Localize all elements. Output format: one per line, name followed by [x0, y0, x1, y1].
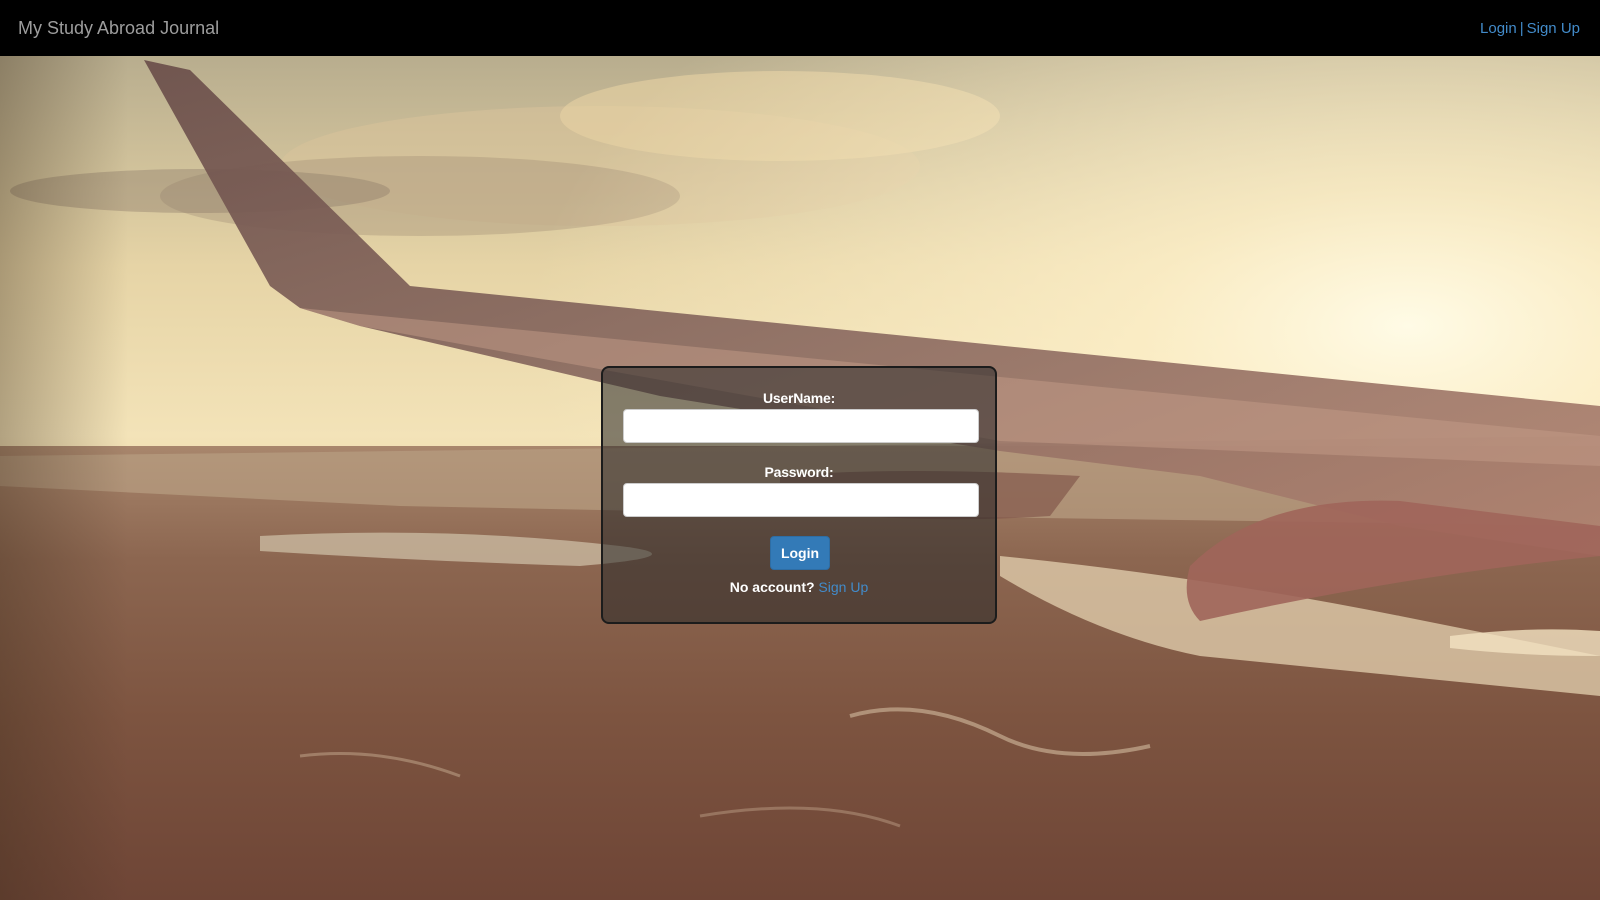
login-button[interactable]: Login: [770, 536, 830, 570]
page: My Study Abroad Journal Login|Sign Up: [0, 0, 1600, 900]
login-panel: UserName: Password: Login No account? Si…: [601, 366, 997, 624]
signup-prompt: No account? Sign Up: [603, 579, 995, 595]
nav-signup-link[interactable]: Sign Up: [1527, 20, 1580, 37]
signup-link[interactable]: Sign Up: [818, 579, 868, 595]
brand-link[interactable]: My Study Abroad Journal: [18, 18, 219, 39]
navbar: My Study Abroad Journal Login | Sign Up: [0, 0, 1600, 56]
nav-separator: |: [1519, 19, 1524, 37]
nav-links: Login | Sign Up: [1480, 20, 1582, 37]
nav-login-link[interactable]: Login: [1480, 20, 1517, 37]
username-input[interactable]: [623, 409, 979, 443]
password-input[interactable]: [623, 483, 979, 517]
no-account-text: No account?: [729, 579, 815, 595]
username-label: UserName:: [762, 390, 836, 406]
password-label: Password:: [764, 464, 834, 480]
